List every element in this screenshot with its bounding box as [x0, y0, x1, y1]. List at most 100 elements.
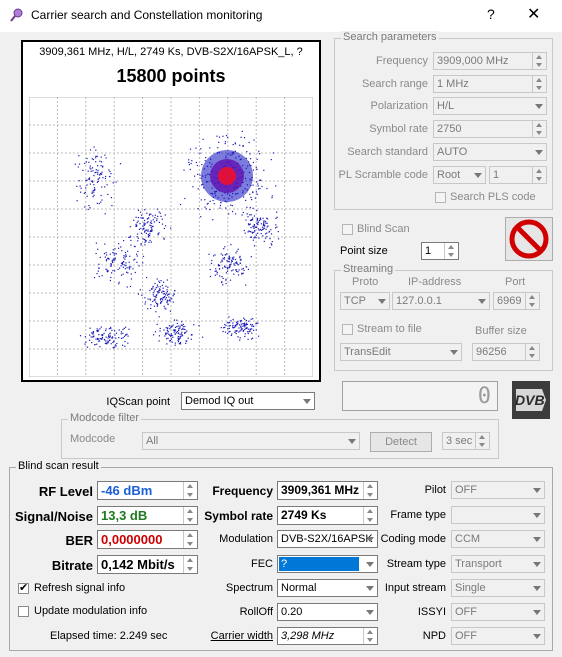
polarization-select[interactable]: H/L [433, 97, 547, 115]
detect-timeout-input[interactable]: 3 sec [442, 432, 490, 450]
search-standard-select[interactable]: AUTO [433, 143, 547, 161]
ip-address-select[interactable]: 127.0.0.1 [392, 292, 490, 310]
point-size-input[interactable]: 1 [421, 242, 459, 260]
constellation-point [239, 324, 241, 326]
carrier-width-field[interactable]: 3,298 MHz [277, 627, 378, 645]
stream-to-file-checkbox[interactable] [342, 324, 353, 335]
blind-scan-checkbox[interactable] [342, 224, 353, 235]
buffer-size-value: 96256 [476, 346, 507, 358]
constellation-point [165, 225, 167, 227]
port-spinner[interactable] [525, 293, 539, 309]
modulation-select[interactable]: DVB-S2X/16APSK [277, 530, 378, 548]
frequency-result-spinner[interactable] [363, 482, 377, 499]
constellation-point [253, 215, 255, 217]
constellation-point [253, 325, 255, 327]
constellation-point [258, 188, 260, 190]
frequency-spinner[interactable] [532, 53, 546, 69]
symbol-rate-input[interactable]: 2750 [433, 120, 547, 138]
constellation-point [93, 191, 95, 193]
constellation-point [172, 336, 174, 338]
constellation-point [86, 157, 88, 160]
constellation-point [110, 343, 112, 345]
chevron-down-icon [530, 628, 544, 644]
fec-select[interactable]: ? [277, 555, 378, 573]
constellation-point [263, 222, 265, 224]
constellation-point [240, 327, 242, 329]
constellation-point [224, 323, 226, 326]
constellation-point [182, 323, 184, 325]
constellation-point [252, 184, 254, 186]
constellation-point [179, 333, 181, 335]
pl-scramble-spinner[interactable] [532, 167, 546, 183]
update-modulation-checkbox[interactable] [18, 606, 29, 617]
frequency-input[interactable]: 3909,000 MHz [433, 52, 547, 70]
spectrum-select[interactable]: Normal [277, 579, 378, 597]
symbol-rate-spinner[interactable] [532, 121, 546, 137]
search-range-spinner[interactable] [532, 76, 546, 92]
constellation-point [159, 212, 161, 214]
bitrate-spinner[interactable] [183, 556, 197, 573]
carrier-width-spinner[interactable] [363, 628, 377, 644]
rolloff-select[interactable]: 0.20 [277, 603, 378, 621]
constellation-point [220, 327, 222, 329]
constellation-point [135, 216, 137, 218]
search-range-input[interactable]: 1 MHz [433, 75, 547, 93]
npd-select[interactable]: OFF [451, 627, 545, 645]
frame-type-select[interactable] [451, 506, 545, 524]
constellation-point [171, 341, 173, 343]
dvb-logo-text: DVB [515, 392, 545, 408]
constellation-point [99, 256, 101, 258]
iqscan-select[interactable]: Demod IQ out [181, 392, 315, 410]
stop-button[interactable] [505, 217, 553, 261]
constellation-point [265, 233, 267, 235]
constellation-point [118, 283, 120, 285]
constellation-point [217, 265, 220, 267]
constellation-point [239, 337, 241, 339]
constellation-point [151, 288, 153, 290]
coding-mode-select[interactable]: CCM [451, 530, 545, 548]
pl-scramble-mode-select[interactable]: Root [433, 166, 486, 184]
constellation-point [114, 259, 116, 261]
constellation-point [154, 298, 156, 300]
constellation-point [265, 228, 267, 230]
constellation-point [171, 334, 173, 336]
constellation-point [166, 302, 168, 304]
constellation-point [123, 255, 125, 257]
input-stream-select[interactable]: Single [451, 579, 545, 597]
buffer-size-spinner[interactable] [525, 344, 539, 360]
point-size-spinner[interactable] [444, 243, 458, 259]
constellation-point [236, 330, 238, 332]
constellation-point [175, 332, 177, 334]
close-button[interactable]: ✕ [527, 4, 540, 24]
constellation-point [254, 197, 256, 199]
search-pls-checkbox[interactable] [435, 192, 446, 203]
proto-select[interactable]: TCP [340, 292, 390, 310]
pilot-select[interactable]: OFF [451, 481, 545, 499]
rf-level-spinner[interactable] [183, 482, 197, 499]
constellation-point [235, 262, 238, 264]
constellation-point [174, 342, 176, 344]
ber-spinner[interactable] [183, 531, 197, 548]
detect-timeout-spinner[interactable] [475, 433, 489, 449]
signal-noise-spinner[interactable] [183, 507, 197, 524]
stream-type-select[interactable]: Transport [451, 555, 545, 573]
port-input[interactable]: 6969 [493, 292, 540, 310]
stream-target-select[interactable]: TransEdit [340, 343, 462, 361]
modcode-select[interactable]: All [142, 432, 360, 450]
buffer-size-input[interactable]: 96256 [472, 343, 540, 361]
pl-scramble-code-input[interactable]: 1 [489, 166, 547, 184]
help-button[interactable]: ? [487, 6, 495, 22]
refresh-signal-checkbox[interactable] [18, 581, 29, 594]
chevron-down-icon [475, 293, 489, 309]
detect-button[interactable]: Detect [370, 432, 432, 452]
constellation-point [172, 295, 174, 297]
symbol-rate-result-spinner[interactable] [363, 507, 377, 524]
constellation-point [137, 209, 140, 211]
constellation-point [190, 334, 192, 336]
constellation-point [278, 238, 280, 240]
constellation-point [113, 252, 115, 254]
constellation-point [126, 267, 128, 269]
constellation-point [181, 321, 183, 323]
issyi-select[interactable]: OFF [451, 603, 545, 621]
port-label: Port [505, 276, 526, 288]
